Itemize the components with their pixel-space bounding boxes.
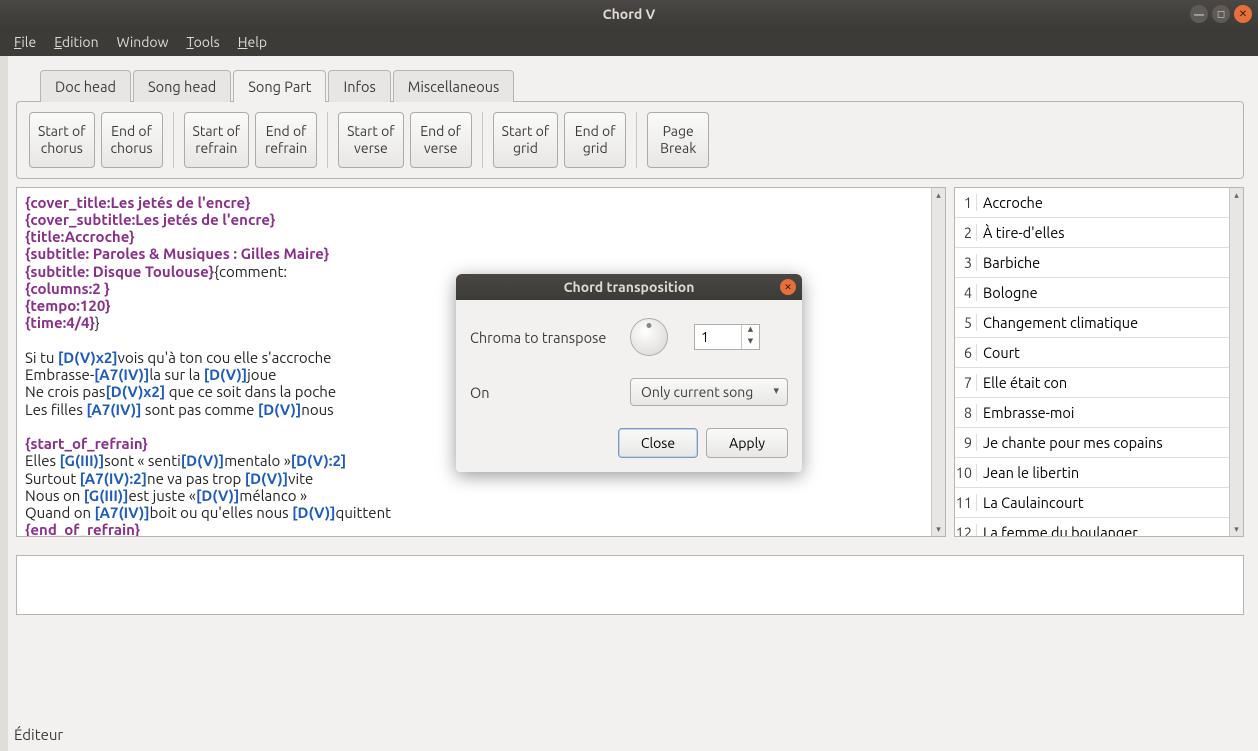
start-verse-button[interactable]: Start ofverse xyxy=(338,112,404,168)
list-item[interactable]: 10Jean le libertin xyxy=(955,458,1229,488)
list-item[interactable]: 9Je chante pour mes copains xyxy=(955,428,1229,458)
end-verse-button[interactable]: End ofverse xyxy=(410,112,472,168)
dialog-titlebar: Chord transposition ✕ xyxy=(456,274,802,300)
chroma-dial[interactable] xyxy=(630,318,668,356)
menubar: File Edition Window Tools Help xyxy=(0,28,1258,56)
scroll-down-icon[interactable]: ▾ xyxy=(1230,522,1243,536)
start-refrain-button[interactable]: Start ofrefrain xyxy=(184,112,250,168)
songlist-scrollbar[interactable]: ▴ ▾ xyxy=(1229,188,1243,536)
menu-tools[interactable]: Tools xyxy=(186,34,219,50)
end-chorus-button[interactable]: End ofchorus xyxy=(101,112,163,168)
menu-edition[interactable]: Edition xyxy=(54,34,98,50)
list-item[interactable]: 11La Caulaincourt xyxy=(955,488,1229,518)
end-grid-button[interactable]: End ofgrid xyxy=(564,112,626,168)
menu-file[interactable]: File xyxy=(14,34,36,50)
list-item[interactable]: 5Changement climatique xyxy=(955,308,1229,338)
start-chorus-button[interactable]: Start ofchorus xyxy=(29,112,95,168)
close-button[interactable]: Close xyxy=(618,428,698,458)
bottom-panel xyxy=(16,555,1244,615)
tab-song-part[interactable]: Song Part xyxy=(233,70,326,102)
scroll-up-icon[interactable]: ▴ xyxy=(932,188,945,202)
scroll-up-icon[interactable]: ▴ xyxy=(1230,188,1243,202)
maximize-icon[interactable]: ◻ xyxy=(1212,5,1230,23)
list-item[interactable]: 7Elle était con xyxy=(955,368,1229,398)
list-item[interactable]: 2À tire-d'elles xyxy=(955,218,1229,248)
tab-infos[interactable]: Infos xyxy=(328,70,390,102)
tab-miscellaneous[interactable]: Miscellaneous xyxy=(393,70,515,102)
dialog-title: Chord transposition xyxy=(564,279,695,295)
on-label: On xyxy=(470,384,630,401)
menu-help[interactable]: Help xyxy=(238,34,267,50)
chroma-label: Chroma to transpose xyxy=(470,329,630,346)
spin-up-icon[interactable]: ▲ xyxy=(742,325,759,337)
list-item[interactable]: 6Court xyxy=(955,338,1229,368)
transposition-dialog: Chord transposition ✕ Chroma to transpos… xyxy=(456,274,802,472)
page-break-button[interactable]: PageBreak xyxy=(647,112,709,168)
song-list: 1Accroche2À tire-d'elles3Barbiche4Bologn… xyxy=(954,187,1244,537)
on-select[interactable]: Only current song xyxy=(630,378,788,406)
start-grid-button[interactable]: Start ofgrid xyxy=(493,112,559,168)
spin-down-icon[interactable]: ▼ xyxy=(742,337,759,349)
chroma-input[interactable] xyxy=(695,325,741,349)
end-refrain-button[interactable]: End ofrefrain xyxy=(255,112,317,168)
window-titlebar: Chord V — ◻ ✕ xyxy=(0,0,1258,28)
scroll-down-icon[interactable]: ▾ xyxy=(932,522,945,536)
list-item[interactable]: 4Bologne xyxy=(955,278,1229,308)
tab-doc-head[interactable]: Doc head xyxy=(40,70,131,102)
minimize-icon[interactable]: — xyxy=(1190,5,1208,23)
close-icon[interactable]: ✕ xyxy=(1234,5,1252,23)
toolbar: Start ofchorus End ofchorus Start ofrefr… xyxy=(16,101,1244,179)
apply-button[interactable]: Apply xyxy=(706,428,788,458)
window-title: Chord V xyxy=(603,6,656,22)
chroma-spinbox[interactable]: ▲▼ xyxy=(694,324,760,350)
status-bar: Éditeur xyxy=(14,726,63,743)
dialog-close-icon[interactable]: ✕ xyxy=(780,279,796,295)
editor-scrollbar[interactable]: ▴ ▾ xyxy=(931,188,945,536)
list-item[interactable]: 12La femme du boulanger xyxy=(955,518,1229,536)
tab-row: Doc head Song head Song Part Infos Misce… xyxy=(40,70,1244,102)
menu-window[interactable]: Window xyxy=(117,34,169,50)
list-item[interactable]: 3Barbiche xyxy=(955,248,1229,278)
list-item[interactable]: 1Accroche xyxy=(955,188,1229,218)
list-item[interactable]: 8Embrasse-moi xyxy=(955,398,1229,428)
tab-song-head[interactable]: Song head xyxy=(133,70,231,102)
